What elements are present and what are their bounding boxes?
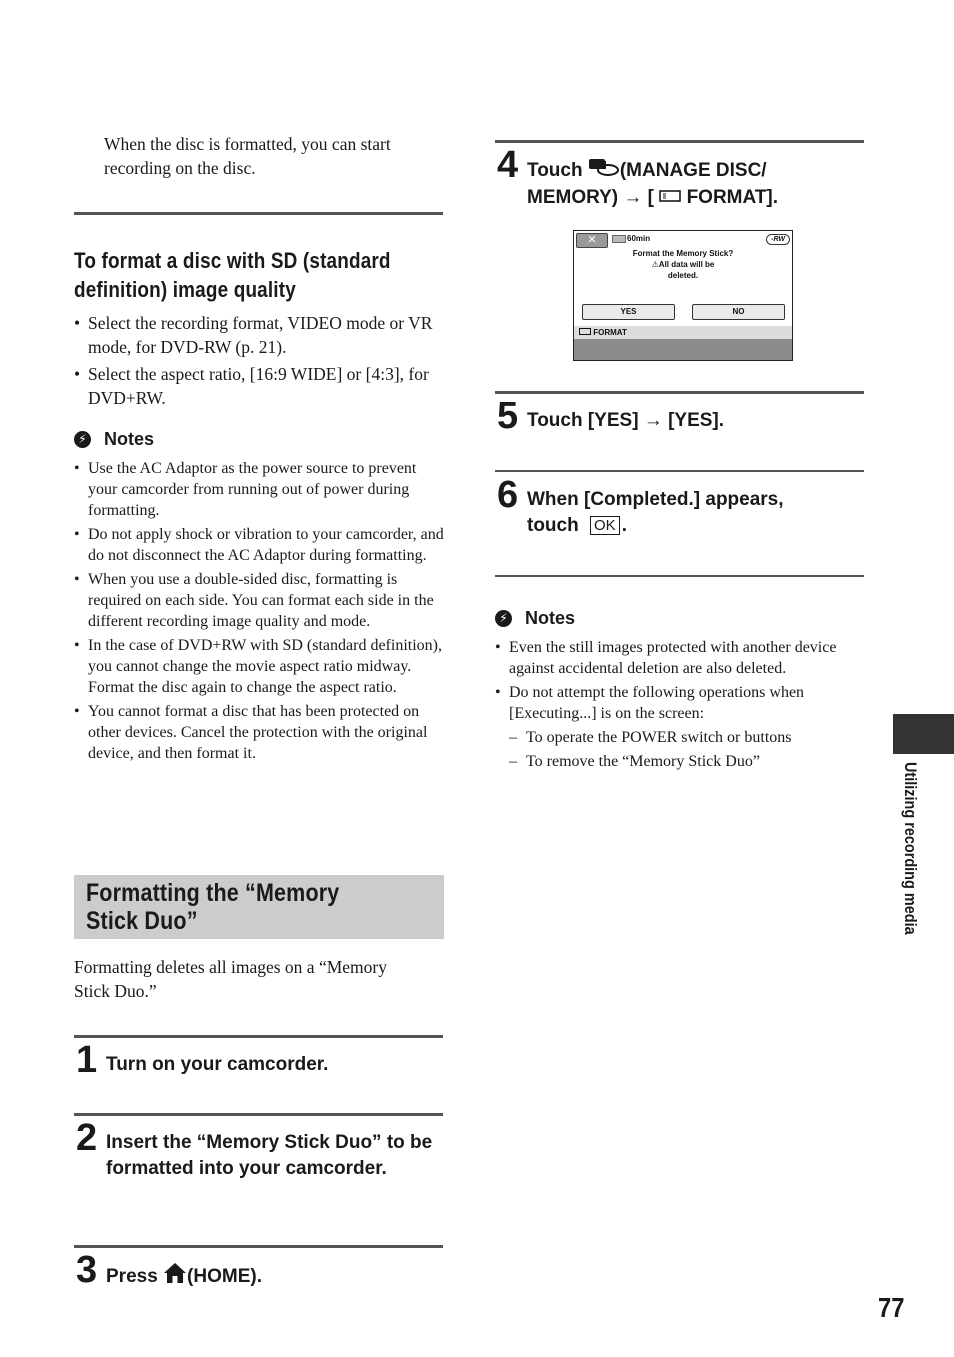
memory-stick-icon: [579, 326, 591, 339]
home-icon: [163, 1262, 187, 1292]
step-text: When [Completed.] appears, touch OK.: [527, 487, 827, 539]
no-button[interactable]: NO: [692, 304, 785, 320]
notes-icon: ⚡: [74, 431, 91, 448]
section-divider: [74, 212, 443, 215]
ok-button-glyph: OK: [590, 516, 620, 536]
sd-heading-text: To format a disc with SD (standard defin…: [74, 248, 391, 302]
step-text-after: .: [621, 515, 627, 536]
notes-icon: ⚡: [495, 610, 512, 627]
chapter-tab-marker: [893, 714, 954, 754]
step-divider: [74, 1245, 443, 1248]
note-item: You cannot format a disc that has been p…: [74, 701, 446, 764]
notes-title: Notes: [104, 429, 155, 449]
step-1: 1 Turn on your camcorder.: [76, 1041, 444, 1079]
sd-bullet-item: Select the recording format, VIDEO mode …: [74, 311, 444, 359]
chapter-label-text: Utilizing recording media: [901, 762, 920, 935]
intro-paragraph: When the disc is formatted, you can star…: [104, 132, 434, 180]
memory-stick-intro-text: Formatting deletes all images on a “Memo…: [74, 957, 387, 1001]
manage-disc-memory-icon: [588, 157, 620, 185]
sd-section-heading: To format a disc with SD (standard defin…: [74, 246, 504, 304]
note-item: Use the AC Adaptor as the power source t…: [74, 458, 446, 521]
step-divider: [74, 1035, 443, 1038]
step-6: 6 When [Completed.] appears, touch OK.: [497, 476, 865, 539]
notes-heading: ⚡ Notes: [74, 429, 154, 450]
step-2: 2 Insert the “Memory Stick Duo” to be fo…: [76, 1119, 444, 1182]
note-item: In the case of DVD+RW with SD (standard …: [74, 635, 446, 698]
memory-stick-icon: [659, 185, 682, 211]
battery-icon: [612, 235, 626, 243]
step-number: 1: [76, 1039, 98, 1081]
notes-list: Use the AC Adaptor as the power source t…: [74, 458, 446, 767]
step-text: Touch [YES] → [YES].: [527, 410, 725, 431]
note-sub-item: To remove the “Memory Stick Duo”: [509, 751, 865, 772]
step-text: Insert the “Memory Stick Duo” to be form…: [106, 1132, 433, 1179]
warning-line: ⚠All data will be: [651, 260, 715, 269]
section-divider: [495, 575, 864, 577]
step-number: 6: [497, 474, 519, 516]
battery-time: 60min: [627, 234, 651, 243]
step-number: 5: [497, 395, 519, 437]
step-number: 4: [497, 144, 519, 186]
note-item-text: Do not attempt the following operations …: [509, 684, 805, 722]
step-4: 4 Touch (MANAGE DISC/ MEMORY) → [ FORMAT…: [497, 146, 865, 211]
step-divider: [495, 391, 864, 394]
step-text: Press (HOME).: [106, 1262, 262, 1292]
step-text-after: FORMAT].: [681, 187, 779, 209]
close-button[interactable]: ✕: [576, 233, 608, 248]
lcd-bottom-bar: [574, 339, 792, 360]
page-number: 77: [878, 1292, 905, 1323]
memory-stick-intro: Formatting deletes all images on a “Memo…: [74, 955, 394, 1003]
step-text: Touch (MANAGE DISC/ MEMORY) → [ FORMAT].: [527, 157, 827, 211]
notes-list: Even the still images protected with ano…: [495, 637, 865, 775]
sd-bullet-list: Select the recording format, VIDEO mode …: [74, 311, 444, 410]
step-divider: [495, 470, 864, 472]
lcd-format-screen: ✕ 60min -RW Format the Memory Stick? ⚠Al…: [573, 230, 793, 361]
note-item: Even the still images protected with ano…: [495, 637, 865, 679]
step-number: 3: [76, 1249, 98, 1291]
note-sub-item: To operate the POWER switch or buttons: [509, 727, 865, 748]
step-text-after: (HOME).: [187, 1266, 262, 1288]
step-divider: [74, 1113, 443, 1116]
message-line: deleted.: [667, 271, 699, 280]
format-confirmation-message: Format the Memory Stick? ⚠All data will …: [574, 248, 792, 281]
note-item: Do not attempt the following operations …: [495, 682, 865, 772]
note-item: When you use a double-sided disc, format…: [74, 569, 446, 632]
note-item: Do not apply shock or vibration to your …: [74, 524, 446, 566]
lcd-menu-title-bar: FORMAT: [574, 326, 792, 339]
notes-title: Notes: [525, 608, 576, 628]
step-divider: [495, 140, 864, 143]
step-text-before: When [Completed.] appears, touch: [527, 489, 784, 536]
notes-heading: ⚡ Notes: [495, 608, 575, 629]
intro-text: When the disc is formatted, you can star…: [104, 134, 391, 178]
step-3: 3 Press (HOME).: [76, 1251, 444, 1292]
memory-stick-section-band: Formatting the “Memory Stick Duo”: [74, 875, 444, 939]
yes-button[interactable]: YES: [582, 304, 675, 320]
message-line: Format the Memory Stick?: [632, 249, 734, 258]
disc-type-badge: -RW: [766, 234, 790, 245]
step-5: 5 Touch [YES] → [YES].: [497, 397, 865, 435]
chapter-side-label: Utilizing recording media: [896, 762, 920, 982]
sd-bullet-item: Select the aspect ratio, [16:9 WIDE] or …: [74, 362, 444, 410]
step-text: Turn on your camcorder.: [106, 1054, 329, 1075]
step-text-before: Press: [106, 1266, 164, 1288]
step-text-before: Touch: [527, 160, 588, 182]
step-number: 2: [76, 1117, 98, 1159]
lcd-menu-title: FORMAT: [593, 328, 627, 337]
memory-stick-heading: Formatting the “Memory Stick Duo”: [86, 879, 340, 935]
